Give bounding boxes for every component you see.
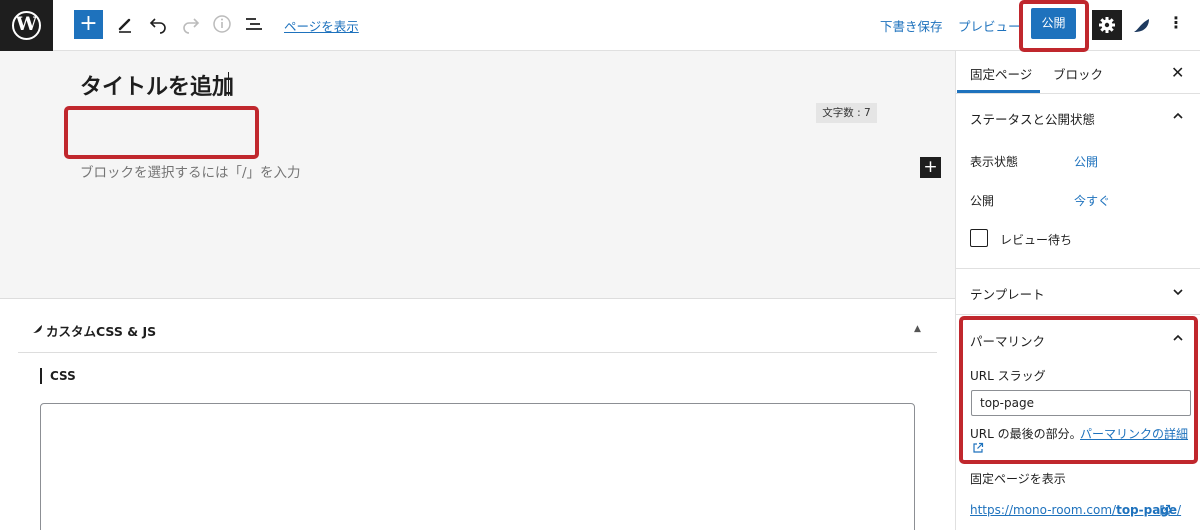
css-section-label: CSS bbox=[40, 368, 76, 384]
permalink-details-link[interactable]: パーマリンクの詳細 bbox=[1080, 425, 1188, 442]
url-suffix: / bbox=[1177, 503, 1182, 517]
word-count-badge: 文字数 : 7 bbox=[816, 103, 877, 123]
save-draft-button[interactable]: 下書き保存 bbox=[880, 16, 943, 35]
visibility-value[interactable]: 公開 bbox=[1074, 153, 1098, 170]
more-vertical-icon[interactable]: ⋮ bbox=[1168, 13, 1184, 32]
logo-letter: W bbox=[15, 13, 38, 35]
tab-page[interactable]: 固定ページ bbox=[970, 64, 1032, 83]
url-prefix: https://mono-room.com/ bbox=[970, 503, 1117, 517]
publish-button[interactable]: 公開 bbox=[1031, 8, 1076, 39]
css-code-editor[interactable] bbox=[40, 403, 915, 530]
settings-button[interactable] bbox=[1092, 10, 1122, 40]
permalink-panel-heading[interactable]: パーマリンク bbox=[970, 331, 1045, 350]
slug-help-text: URL の最後の部分。 bbox=[970, 427, 1082, 441]
external-link-icon[interactable] bbox=[1159, 504, 1171, 516]
url-slug-input[interactable] bbox=[971, 390, 1191, 416]
pending-review-label: レビュー待ち bbox=[1000, 233, 1073, 247]
post-title[interactable]: タイトルを追加 bbox=[80, 69, 234, 101]
chevron-up-icon[interactable] bbox=[1173, 111, 1183, 121]
redo-icon[interactable] bbox=[179, 12, 203, 36]
metabox-title[interactable]: カスタムCSS & JS bbox=[46, 321, 156, 340]
metabox-divider bbox=[0, 298, 955, 299]
publish-date-value[interactable]: 今すぐ bbox=[1074, 192, 1110, 209]
metabox-title-divider bbox=[18, 352, 937, 353]
url-slug-label: URL スラッグ bbox=[970, 369, 1046, 383]
collapse-arrow-icon[interactable]: ▲ bbox=[914, 324, 921, 334]
page-url-link[interactable]: https://mono-room.com/top-page/ bbox=[970, 503, 1181, 517]
view-page-link[interactable]: ページを表示 bbox=[284, 16, 359, 35]
publish-label: 公開 bbox=[970, 194, 995, 208]
chevron-down-icon[interactable] bbox=[1173, 287, 1183, 297]
visibility-label: 表示状態 bbox=[970, 155, 1019, 169]
tab-block[interactable]: ブロック bbox=[1053, 64, 1103, 83]
sidebar-divider bbox=[956, 268, 1200, 269]
plugin-icon[interactable] bbox=[1132, 15, 1152, 35]
view-page-label: 固定ページを表示 bbox=[970, 472, 1066, 486]
plugin-leaf-icon bbox=[33, 325, 42, 333]
gear-icon bbox=[1099, 17, 1115, 33]
inline-add-block-button[interactable]: + bbox=[920, 157, 941, 178]
wordpress-logo-icon[interactable]: W bbox=[0, 0, 53, 51]
pencil-icon[interactable] bbox=[113, 12, 137, 36]
pending-review-checkbox[interactable] bbox=[970, 229, 988, 247]
sidebar-divider bbox=[956, 93, 1200, 94]
add-block-button[interactable]: + bbox=[74, 10, 103, 39]
preview-button[interactable]: プレビュー bbox=[958, 16, 1021, 35]
external-link-icon[interactable] bbox=[972, 442, 984, 454]
chevron-up-icon[interactable] bbox=[1173, 333, 1183, 343]
list-view-icon[interactable] bbox=[242, 12, 266, 36]
status-panel-heading[interactable]: ステータスと公開状態 bbox=[970, 109, 1095, 128]
sidebar-divider bbox=[956, 314, 1200, 315]
template-panel-heading[interactable]: テンプレート bbox=[970, 284, 1045, 303]
block-placeholder[interactable]: ブロックを選択するには「/」を入力 bbox=[80, 161, 301, 181]
text-caret bbox=[228, 72, 229, 96]
info-icon[interactable] bbox=[210, 12, 234, 36]
close-icon[interactable]: ✕ bbox=[1171, 63, 1184, 82]
undo-icon[interactable] bbox=[146, 12, 170, 36]
